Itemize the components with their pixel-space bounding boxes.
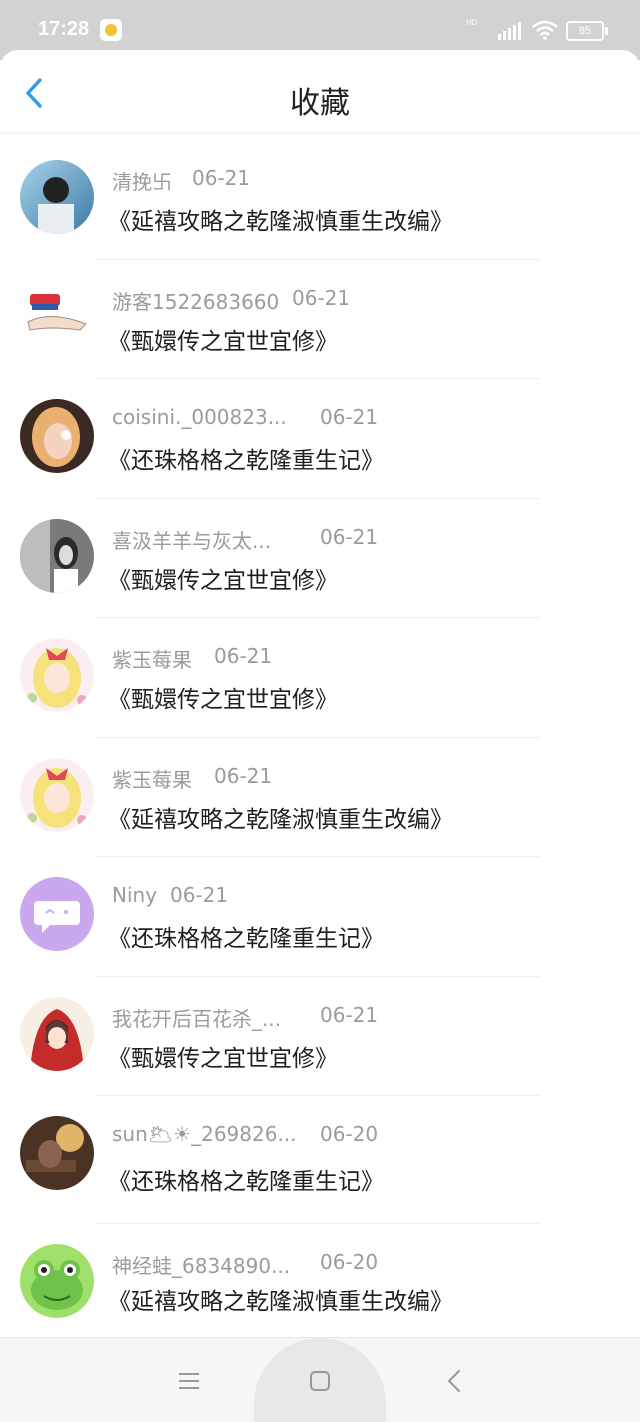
item-meta: 我花开后百花杀_... 06-21 [112, 1003, 378, 1032]
item-date: 06-21 [320, 524, 379, 549]
status-time: 17:28 [38, 18, 90, 40]
item-meta: 游客1522683660 06-21 [112, 286, 350, 315]
avatar [20, 638, 94, 712]
item-date: 06-20 [320, 1122, 379, 1146]
item-meta: 紫玉莓果 06-21 [112, 644, 272, 673]
wifi-icon [532, 20, 558, 40]
home-button[interactable] [305, 1366, 335, 1396]
item-date: 06-20 [320, 1250, 379, 1274]
item-title: 《甄嬛传之宜世宜修》 [108, 687, 338, 713]
username: 喜汲羊羊与灰太... [112, 528, 272, 553]
avatar [20, 757, 94, 832]
item-title: 《还珠格格之乾隆重生记》 [108, 926, 384, 952]
home-square-icon [310, 1371, 330, 1391]
menu-icon [179, 1373, 199, 1389]
list-item[interactable]: 游客1522683660 06-21 《甄嬛传之宜世宜修》 [0, 260, 640, 379]
item-title: 《甄嬛传之宜世宜修》 [108, 328, 338, 355]
item-meta: 神经蛙_6834890... 06-20 [112, 1250, 378, 1279]
item-date: 06-21 [170, 883, 229, 907]
item-date: 06-21 [292, 285, 351, 310]
item-meta: 喜汲羊羊与灰太... 06-21 [112, 525, 378, 554]
username: 神经蛙_6834890... [112, 1254, 291, 1278]
page-header: 收藏 [0, 50, 640, 132]
favorites-list: 清挽卐 06-21 《延禧攻略之乾隆淑慎重生改编》 游客1522683660 0… [0, 140, 640, 1344]
avatar [20, 279, 94, 354]
item-title: 《还珠格格之乾隆重生记》 [108, 448, 384, 474]
username: 紫玉莓果 [112, 648, 192, 672]
item-title: 《还珠格格之乾隆重生记》 [108, 1169, 384, 1195]
signal-icon [498, 22, 521, 40]
item-date: 06-21 [320, 405, 379, 429]
item-title: 《延禧攻略之乾隆淑慎重生改编》 [108, 209, 453, 235]
item-title: 《延禧攻略之乾隆淑慎重生改编》 [108, 1289, 453, 1315]
app-screen: 17:28 HD 85 收藏 清挽卐 06-21 《延禧攻略之乾隆淑慎重生改编》… [0, 0, 640, 1422]
avatar [20, 518, 94, 593]
list-item[interactable]: 我花开后百花杀_... 06-21 《甄嬛传之宜世宜修》 [0, 977, 640, 1096]
item-title: 《延禧攻略之乾隆淑慎重生改编》 [108, 806, 453, 833]
network-type-label: HD [466, 18, 478, 27]
list-item[interactable]: 神经蛙_6834890... 06-20 《延禧攻略之乾隆淑慎重生改编》 [0, 1224, 640, 1344]
list-item[interactable]: 紫玉莓果 06-21 《延禧攻略之乾隆淑慎重生改编》 [0, 738, 640, 857]
avatar [20, 996, 94, 1071]
item-date: 06-21 [214, 644, 273, 668]
menu-button[interactable] [174, 1366, 204, 1396]
page-title: 收藏 [290, 86, 350, 121]
item-meta: Niny 06-21 [112, 883, 228, 907]
back-triangle-icon [448, 1370, 460, 1392]
avatar [20, 160, 94, 234]
avatar [20, 1116, 94, 1190]
item-meta: sun🌥☀_269826... 06-20 [112, 1122, 378, 1146]
username: Niny [112, 883, 158, 907]
list-item[interactable]: 紫玉莓果 06-21 《甄嬛传之宜世宜修》 [0, 618, 640, 738]
system-nav-bar [0, 1337, 640, 1422]
username: 清挽卐 [112, 170, 172, 194]
battery-icon: 85 [566, 21, 608, 41]
item-title: 《甄嬛传之宜世宜修》 [108, 567, 338, 594]
list-item[interactable]: 清挽卐 06-21 《延禧攻略之乾隆淑慎重生改编》 [0, 140, 640, 260]
list-item[interactable]: 喜汲羊羊与灰太... 06-21 《甄嬛传之宜世宜修》 [0, 499, 640, 618]
item-meta: 清挽卐 06-21 [112, 166, 250, 195]
list-item[interactable]: sun🌥☀_269826... 06-20 《还珠格格之乾隆重生记》 [0, 1096, 640, 1224]
username: 游客1522683660 [112, 289, 280, 314]
avatar [20, 1244, 94, 1318]
username: 我花开后百花杀_... [112, 1006, 282, 1031]
item-meta: 紫玉莓果 06-21 [112, 764, 272, 793]
item-meta: coisini._000823... 06-21 [112, 405, 378, 429]
item-date: 06-21 [192, 166, 251, 190]
avatar [20, 877, 94, 951]
list-item[interactable]: Niny 06-21 《还珠格格之乾隆重生记》 [0, 857, 640, 977]
app-notification-icon [100, 19, 122, 41]
back-nav-button[interactable] [440, 1366, 470, 1396]
avatar [20, 399, 94, 473]
item-date: 06-21 [214, 763, 273, 788]
username: sun🌥☀_269826... [112, 1122, 297, 1146]
item-date: 06-21 [320, 1002, 379, 1027]
username: 紫玉莓果 [112, 767, 192, 792]
username: coisini._000823... [112, 405, 287, 429]
list-item[interactable]: coisini._000823... 06-21 《还珠格格之乾隆重生记》 [0, 379, 640, 499]
item-title: 《甄嬛传之宜世宜修》 [108, 1045, 338, 1072]
